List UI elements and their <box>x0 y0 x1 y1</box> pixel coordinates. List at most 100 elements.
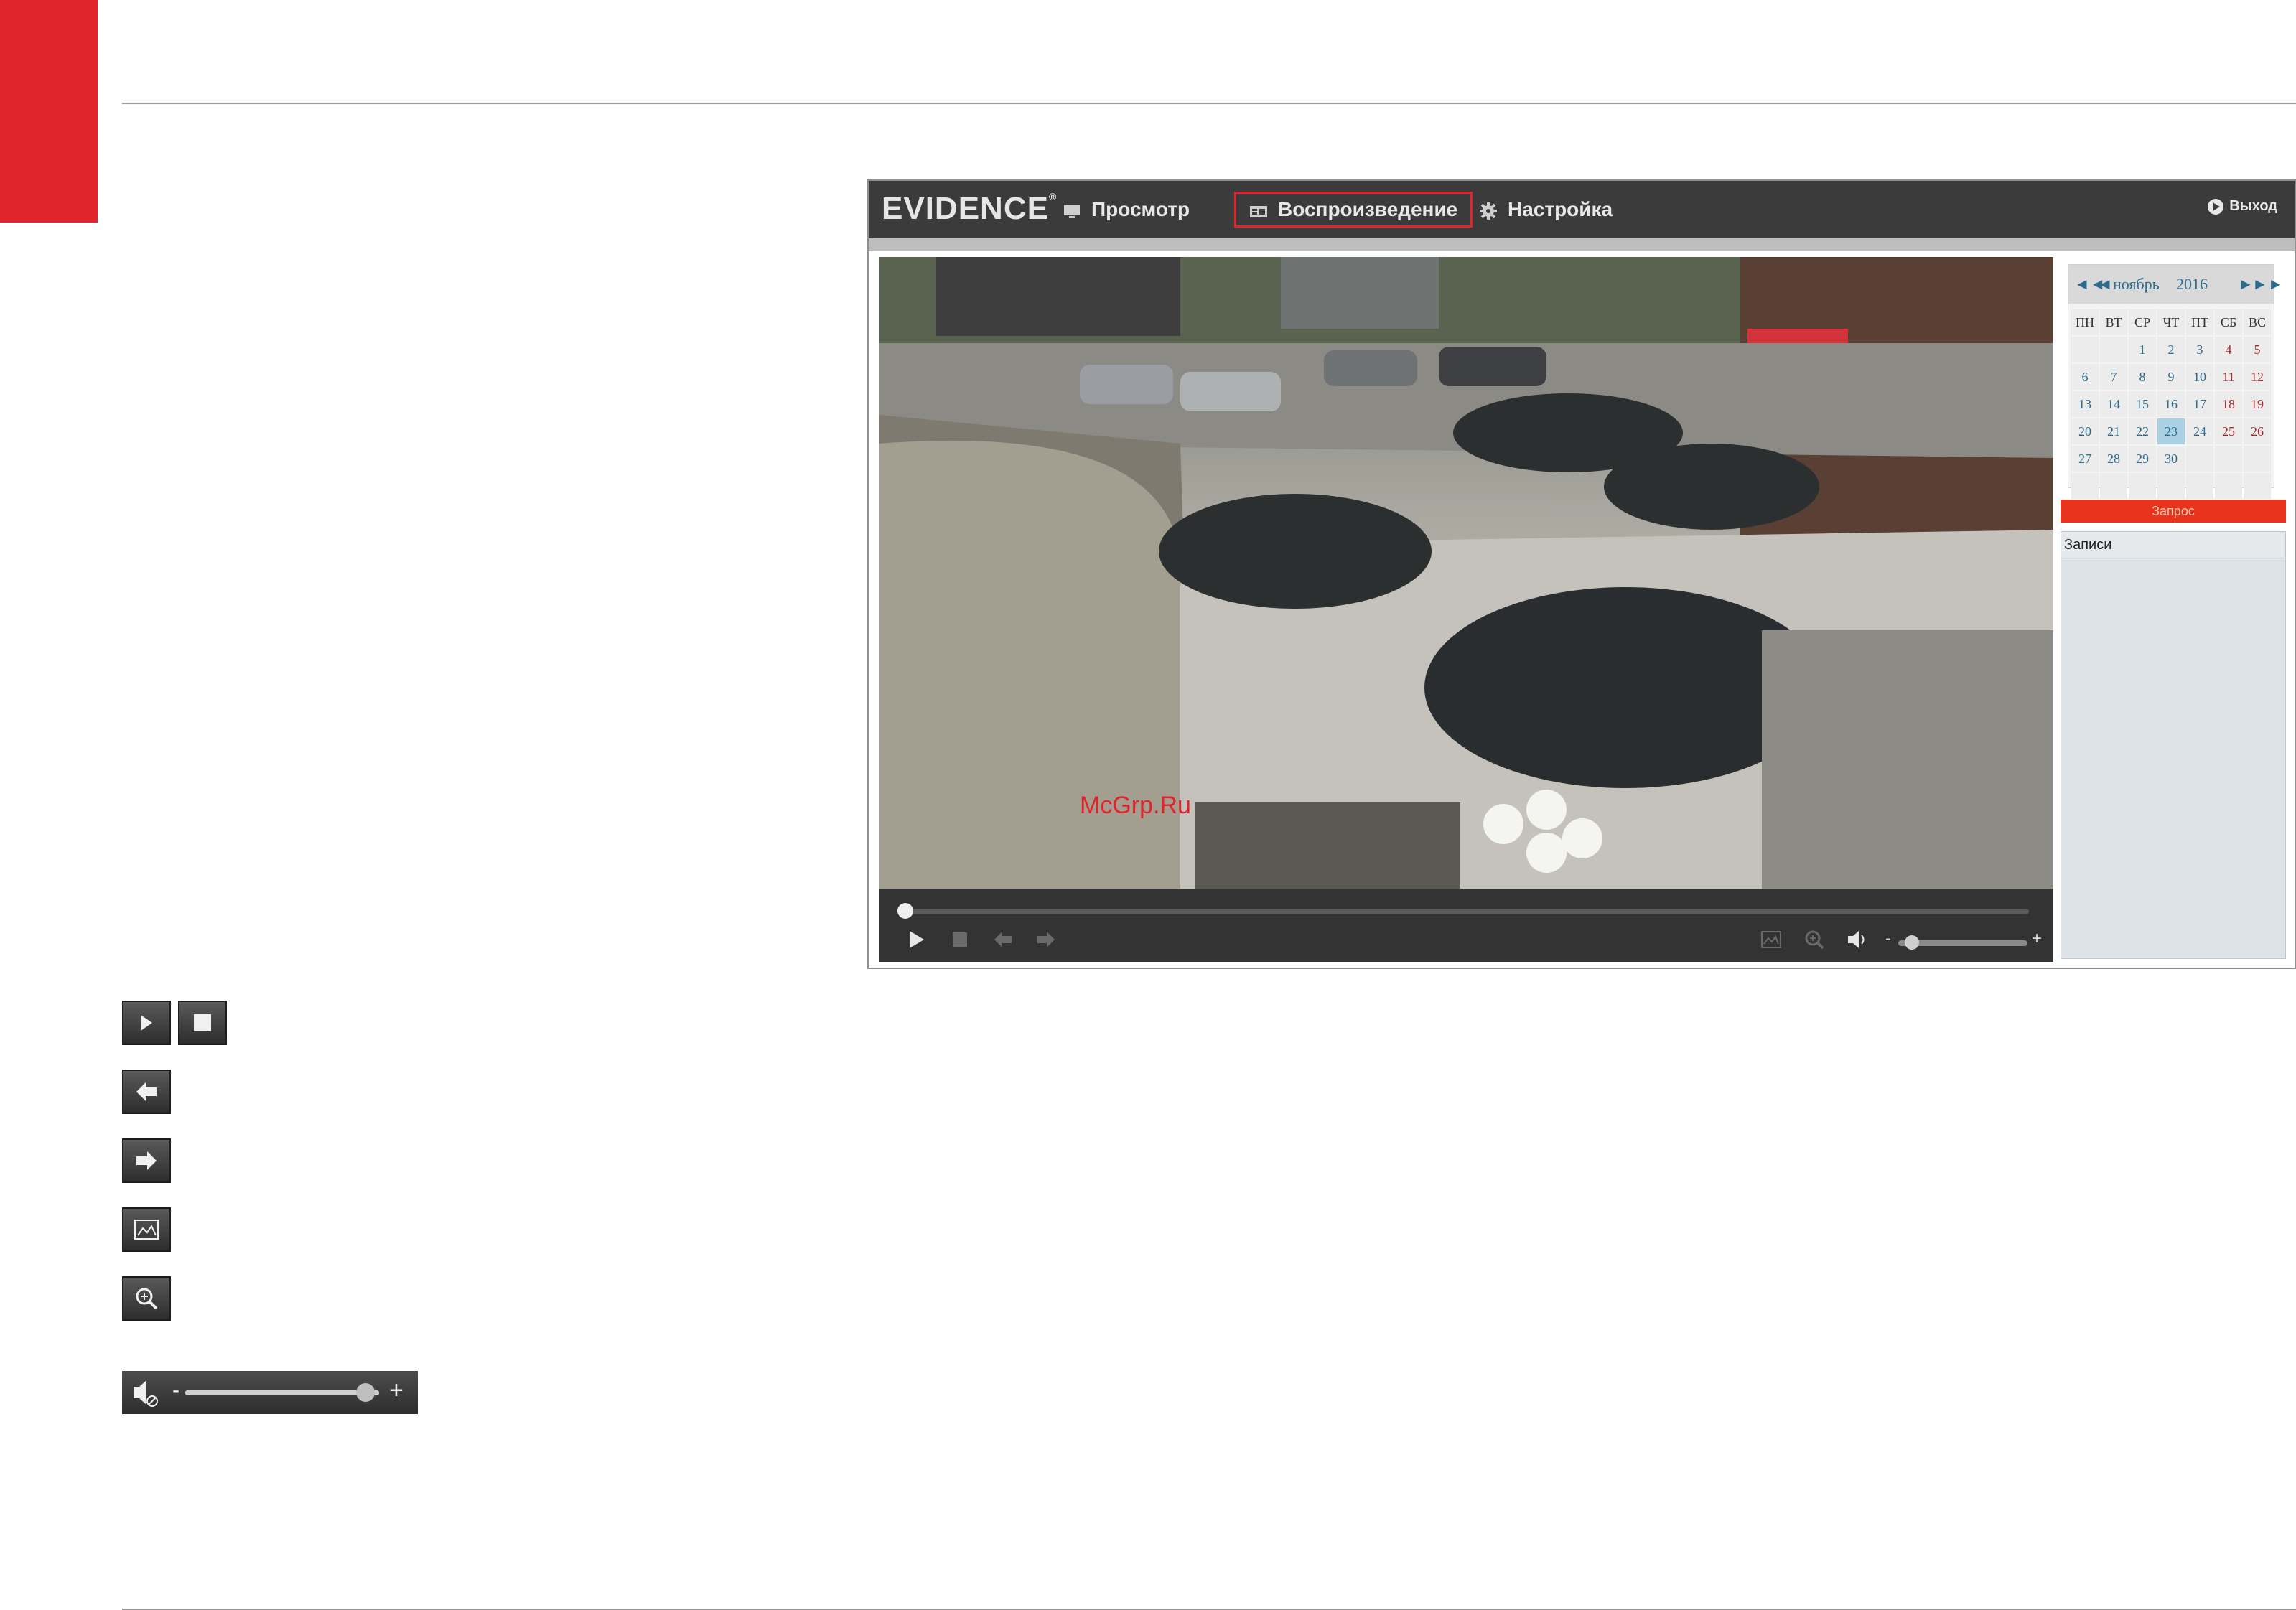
calendar-empty-cell <box>2100 473 2127 499</box>
prev-month-icon[interactable]: ◄ <box>2097 275 2113 294</box>
legend-zoom-button <box>122 1276 171 1321</box>
query-button[interactable]: Запрос <box>2061 500 2286 523</box>
calendar-day[interactable]: 14 <box>2100 391 2127 417</box>
calendar-empty-cell <box>2129 473 2156 499</box>
weekday-header: СР <box>2129 309 2156 335</box>
calendar-grid: ПН ВТ СР ЧТ ПТ СБ ВС 1 2 3 4 5 6 7 8 9 10 11 12 13 14 15 16 17 1… <box>2071 309 2271 499</box>
snapshot-icon <box>134 1220 159 1240</box>
volume-knob[interactable] <box>1905 935 1919 950</box>
records-panel: Записи <box>2061 531 2286 959</box>
tab-settings-label: Настройка <box>1508 198 1613 220</box>
legend-volume-minus: - <box>172 1378 179 1402</box>
calendar-day[interactable]: 7 <box>2100 364 2127 390</box>
watermark: McGrp.Ru <box>1080 792 1191 819</box>
calendar-day[interactable]: 1 <box>2129 337 2156 362</box>
exit-button[interactable]: Выход <box>2208 198 2277 215</box>
calendar-day[interactable]: 5 <box>2244 337 2271 362</box>
calendar-day[interactable]: 30 <box>2157 446 2185 472</box>
stop-button[interactable] <box>943 925 976 955</box>
chapter-tab <box>0 0 98 223</box>
volume-track <box>185 1390 379 1395</box>
calendar-day[interactable]: 2 <box>2157 337 2185 362</box>
arrow-right-icon <box>1037 932 1055 947</box>
mute-button[interactable] <box>1841 925 1874 955</box>
snapshot-button[interactable] <box>1755 925 1788 955</box>
calendar-day[interactable]: 27 <box>2071 446 2099 472</box>
calendar-day[interactable]: 15 <box>2129 391 2156 417</box>
volume-legend-graphic <box>134 1380 379 1407</box>
camera-scene <box>879 257 2053 889</box>
legend-stop-button <box>178 1001 227 1045</box>
playback-icon <box>1249 202 1268 217</box>
timeline-slider[interactable] <box>897 903 2029 919</box>
monitor-icon <box>1063 202 1081 218</box>
calendar-day[interactable]: 3 <box>2186 337 2213 362</box>
tab-view-label: Просмотр <box>1091 198 1190 220</box>
play-icon <box>910 931 924 948</box>
tab-settings[interactable]: Настройка <box>1479 194 1613 225</box>
calendar-day[interactable]: 17 <box>2186 391 2213 417</box>
calendar-day[interactable]: 8 <box>2129 364 2156 390</box>
calendar-day[interactable]: 6 <box>2071 364 2099 390</box>
timeline-knob[interactable] <box>897 903 913 919</box>
play-button[interactable] <box>900 925 933 955</box>
calendar-day[interactable]: 23 <box>2157 418 2185 444</box>
tab-playback-label: Воспроизведение <box>1278 198 1458 220</box>
calendar-day[interactable]: 22 <box>2129 418 2156 444</box>
arrow-right-icon <box>136 1151 157 1170</box>
volume-slider[interactable] <box>1898 935 2027 950</box>
stop-icon <box>953 932 967 947</box>
calendar-day[interactable]: 29 <box>2129 446 2156 472</box>
calendar-day[interactable]: 11 <box>2215 364 2242 390</box>
playback-controls: - + <box>879 889 2053 962</box>
calendar-day[interactable]: 16 <box>2157 391 2185 417</box>
legend-volume-control: - + <box>122 1371 418 1414</box>
next-month-icon[interactable]: ► <box>2238 275 2254 294</box>
play-icon <box>141 1015 152 1031</box>
step-back-button[interactable] <box>986 925 1019 955</box>
snapshot-icon <box>1761 931 1781 948</box>
exit-icon <box>2208 198 2224 215</box>
calendar-day[interactable]: 20 <box>2071 418 2099 444</box>
stop-icon <box>194 1014 211 1031</box>
calendar-empty-cell <box>2071 473 2099 499</box>
calendar-day[interactable]: 19 <box>2244 391 2271 417</box>
calendar-empty-cell <box>2244 473 2271 499</box>
calendar-day[interactable]: 26 <box>2244 418 2271 444</box>
calendar-empty-cell <box>2215 446 2242 472</box>
tab-view[interactable]: Просмотр <box>1063 194 1190 225</box>
calendar-day[interactable]: 9 <box>2157 364 2185 390</box>
volume-plus: + <box>2032 929 2043 948</box>
calendar-day[interactable]: 21 <box>2100 418 2127 444</box>
next-year-icon[interactable]: ►► <box>2252 275 2284 294</box>
legend-volume-plus: + <box>389 1377 403 1404</box>
legend-step-back-button <box>122 1070 171 1114</box>
header-rule <box>122 103 2296 104</box>
volume-knob <box>356 1383 375 1402</box>
calendar-empty-cell <box>2215 473 2242 499</box>
header-strip <box>869 238 2295 251</box>
calendar: ◄◄ ◄ ноябрь 2016 ► ►► ПН ВТ СР ЧТ ПТ СБ ВС 1 2 3 4… <box>2068 264 2284 499</box>
calendar-day[interactable]: 10 <box>2186 364 2213 390</box>
speaker-icon <box>1848 931 1865 948</box>
weekday-header: ВС <box>2244 309 2271 335</box>
side-panel: ◄◄ ◄ ноябрь 2016 ► ►► ПН ВТ СР ЧТ ПТ СБ ВС 1 2 3 4… <box>2061 257 2287 963</box>
weekday-header: ПТ <box>2186 309 2213 335</box>
calendar-day[interactable]: 13 <box>2071 391 2099 417</box>
calendar-day[interactable]: 12 <box>2244 364 2271 390</box>
calendar-empty-cell <box>2157 473 2185 499</box>
step-forward-button[interactable] <box>1030 925 1063 955</box>
calendar-day[interactable]: 25 <box>2215 418 2242 444</box>
weekday-header: ВТ <box>2100 309 2127 335</box>
zoom-button[interactable] <box>1798 925 1831 955</box>
weekday-header: ЧТ <box>2157 309 2185 335</box>
calendar-empty-cell <box>2100 337 2127 362</box>
tab-playback[interactable]: Воспроизведение <box>1233 192 1473 228</box>
mute-icon <box>134 1380 146 1405</box>
calendar-day[interactable]: 24 <box>2186 418 2213 444</box>
calendar-day[interactable]: 18 <box>2215 391 2242 417</box>
calendar-day[interactable]: 4 <box>2215 337 2242 362</box>
exit-label: Выход <box>2229 198 2277 214</box>
calendar-day[interactable]: 28 <box>2100 446 2127 472</box>
records-title: Записи <box>2061 532 2285 558</box>
